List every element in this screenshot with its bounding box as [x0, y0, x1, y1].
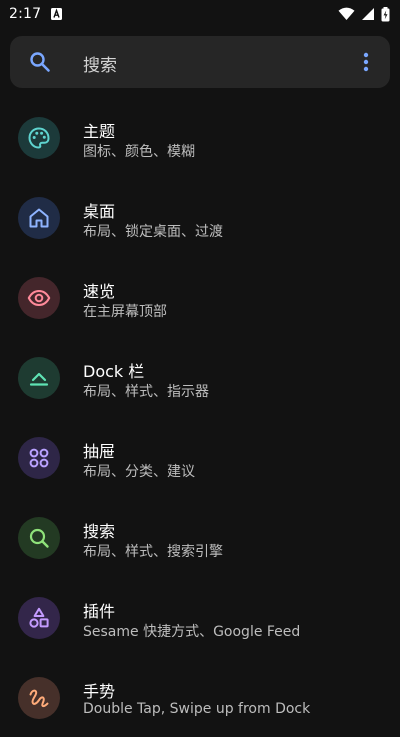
- settings-item-desktop[interactable]: 桌面 布局、锁定桌面、过渡: [0, 177, 400, 257]
- settings-item-subtitle: 布局、样式、指示器: [83, 384, 209, 400]
- eye-icon: [18, 277, 60, 319]
- settings-item-drawer[interactable]: 抽屉 布局、分类、建议: [0, 417, 400, 497]
- signal-icon: [361, 7, 375, 21]
- settings-item-glance[interactable]: 速览 在主屏幕顶部: [0, 257, 400, 337]
- status-bar: 2:17: [0, 0, 400, 28]
- settings-item-subtitle: 图标、颜色、模糊: [83, 144, 195, 160]
- shapes-icon: [18, 597, 60, 639]
- settings-item-title: 桌面: [83, 202, 116, 221]
- settings-item-gestures[interactable]: 手势 Double Tap, Swipe up from Dock: [0, 657, 400, 737]
- settings-item-subtitle: 布局、锁定桌面、过渡: [83, 224, 223, 240]
- palette-icon: [18, 117, 60, 159]
- search-bar[interactable]: 搜索: [10, 36, 390, 88]
- home-icon: [18, 197, 60, 239]
- a-app-icon: [51, 8, 63, 20]
- settings-item-title: 抽屉: [83, 442, 116, 461]
- settings-item-title: 插件: [83, 602, 116, 621]
- settings-item-subtitle: 布局、样式、搜索引擎: [83, 544, 223, 560]
- search-icon: [18, 517, 60, 559]
- gesture-icon: [18, 677, 60, 719]
- settings-item-subtitle: 布局、分类、建议: [83, 464, 195, 480]
- search-input[interactable]: 搜索: [83, 51, 117, 76]
- settings-item-title: 手势: [83, 682, 116, 701]
- dock-icon: [18, 357, 60, 399]
- search-icon[interactable]: [29, 51, 51, 73]
- more-vert-icon[interactable]: [354, 50, 378, 74]
- settings-item-dock[interactable]: Dock 栏 布局、样式、指示器: [0, 337, 400, 417]
- battery-charging-icon: [381, 6, 390, 22]
- settings-item-subtitle: 在主屏幕顶部: [83, 304, 167, 320]
- status-time: 2:17: [9, 6, 42, 22]
- wifi-icon: [338, 7, 355, 21]
- settings-item-title: 主题: [83, 122, 116, 141]
- settings-list: 主题 图标、颜色、模糊 桌面 布局、锁定桌面、过渡 速览 在主屏幕顶部 Dock…: [0, 97, 400, 737]
- settings-item-title: 速览: [83, 282, 116, 301]
- settings-item-subtitle: Double Tap, Swipe up from Dock: [83, 701, 311, 717]
- settings-item-widgets[interactable]: 插件 Sesame 快捷方式、Google Feed: [0, 577, 400, 657]
- settings-item-title: Dock 栏: [83, 362, 145, 381]
- app-drawer-icon: [18, 437, 60, 479]
- settings-item-subtitle: Sesame 快捷方式、Google Feed: [83, 624, 301, 640]
- settings-item-theme[interactable]: 主题 图标、颜色、模糊: [0, 97, 400, 177]
- settings-item-title: 搜索: [83, 522, 116, 541]
- settings-item-search[interactable]: 搜索 布局、样式、搜索引擎: [0, 497, 400, 577]
